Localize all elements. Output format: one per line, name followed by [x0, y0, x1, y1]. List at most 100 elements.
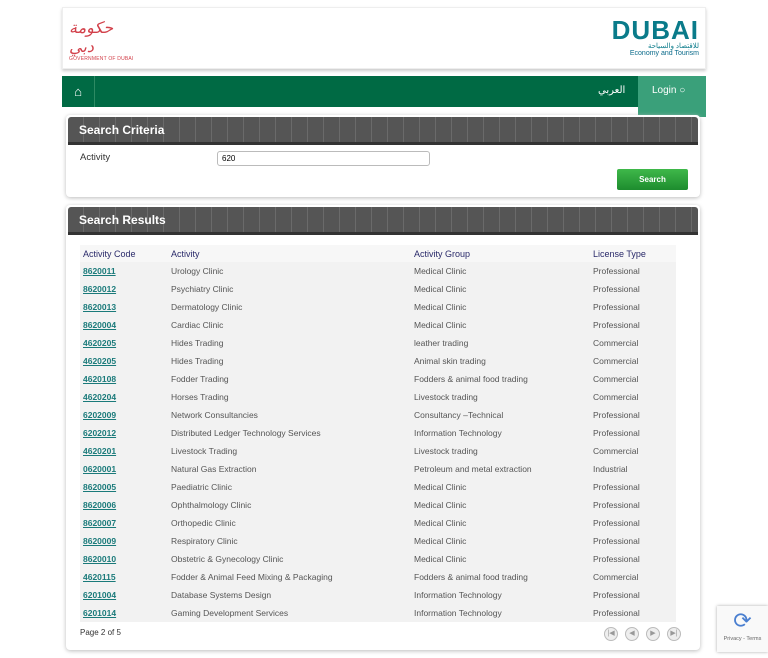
table-row: 4620115 Fodder & Animal Feed Mixing & Pac…: [80, 568, 676, 586]
activity-name-cell: Psychiatry Clinic: [171, 284, 234, 294]
activity-name-cell: Urology Clinic: [171, 266, 224, 276]
col-activity-group: Activity Group: [411, 245, 590, 262]
activity-code-link[interactable]: 4620205: [83, 356, 116, 366]
table-row: 6202009 Network Consultancies Consultancy …: [80, 406, 676, 424]
activity-group-cell: Animal skin trading: [414, 356, 486, 366]
license-type-cell: Commercial: [593, 356, 639, 366]
license-type-cell: Commercial: [593, 392, 639, 402]
table-row: 8620009 Respiratory Clinic Medical Clinic P…: [80, 532, 676, 550]
activity-name-cell: Cardiac Clinic: [171, 320, 224, 330]
license-type-cell: Professional: [593, 536, 640, 546]
activity-code-link-cell: 6201014: [80, 604, 168, 622]
next-page-icon[interactable]: ▶: [646, 627, 660, 641]
license-type-cell: Commercial: [593, 338, 639, 348]
license-type-cell: Professional: [593, 428, 640, 438]
activity-name-cell: Horses Trading: [171, 392, 229, 402]
col-license-type: License Type: [590, 245, 676, 262]
home-icon[interactable]: ⌂: [62, 76, 95, 107]
activity-code-link-cell: 8620004: [80, 316, 168, 334]
activity-code-link-cell: 4620201: [80, 442, 168, 460]
table-row: 8620013 Dermatology Clinic Medical Clinic P…: [80, 298, 676, 316]
last-page-icon[interactable]: ▶|: [667, 627, 681, 641]
activity-code-link[interactable]: 8620012: [83, 284, 116, 294]
activity-group-cell: Information Technology: [414, 428, 502, 438]
license-type-cell: Professional: [593, 518, 640, 528]
license-type-cell: Professional: [593, 554, 640, 564]
activity-group-cell: Medical Clinic: [414, 302, 467, 312]
activity-group-cell: Livestock trading: [414, 392, 478, 402]
activity-group-cell: Information Technology: [414, 590, 502, 600]
table-row: 8620012 Psychiatry Clinic Medical Clinic Pr…: [80, 280, 676, 298]
activity-code-link[interactable]: 4620115: [83, 572, 116, 582]
activity-code-link[interactable]: 6202009: [83, 410, 116, 420]
page-info: Page 2 of 5: [80, 628, 121, 637]
activity-code-link[interactable]: 8620009: [83, 536, 116, 546]
activity-code-link[interactable]: 8620013: [83, 302, 116, 312]
table-row: 6201004 Database Systems Design Informatio…: [80, 586, 676, 604]
activity-code-link[interactable]: 0620001: [83, 464, 116, 474]
activity-name-cell: Database Systems Design: [171, 590, 272, 600]
recaptcha-badge[interactable]: ⟳ Privacy - Terms: [717, 606, 768, 652]
table-row: 8620006 Ophthalmology Clinic Medical Clini…: [80, 496, 676, 514]
activity-group-cell: Consultancy –Technical: [414, 410, 504, 420]
activity-group-cell: Medical Clinic: [414, 500, 467, 510]
activity-code-link[interactable]: 4620204: [83, 392, 116, 402]
gov-logo-english: GOVERNMENT OF DUBAI: [69, 56, 134, 62]
license-type-cell: Professional: [593, 608, 640, 618]
activity-code-link-cell: 4620108: [80, 370, 168, 388]
search-criteria-panel: Search Criteria Activity Search: [66, 115, 700, 197]
activity-code-link[interactable]: 8620006: [83, 500, 116, 510]
activity-code-link-cell: 8620011: [80, 262, 168, 280]
first-page-icon[interactable]: |◀: [604, 627, 618, 641]
activity-group-cell: leather trading: [414, 338, 469, 348]
activity-code-link-cell: 8620010: [80, 550, 168, 568]
activity-group-cell: Petroleum and metal extraction: [414, 464, 532, 474]
license-type-cell: Commercial: [593, 374, 639, 384]
table-row: 8620005 Paediatric Clinic Medical Clinic Pr…: [80, 478, 676, 496]
activity-input[interactable]: [217, 151, 430, 166]
activity-group-cell: Fodders & animal food trading: [414, 572, 528, 582]
dubai-economy-tourism-logo[interactable]: DUBAI للاقتصاد والسياحة Economy and Tour…: [612, 17, 699, 57]
table-row: 4620108 Fodder Trading Fodders & animal fo…: [80, 370, 676, 388]
search-results-panel: Search Results Activity Code Activity Ac…: [66, 205, 700, 650]
government-of-dubai-logo[interactable]: حكومة دبي GOVERNMENT OF DUBAI: [69, 18, 139, 62]
table-row: 8620010 Obstetric & Gynecology Clinic Medi…: [80, 550, 676, 568]
language-toggle[interactable]: العربي: [598, 85, 625, 96]
activity-code-link[interactable]: 6202012: [83, 428, 116, 438]
activity-code-link[interactable]: 4620201: [83, 446, 116, 456]
activity-code-link[interactable]: 6201004: [83, 590, 116, 600]
results-table: Activity Code Activity Activity Group Li…: [80, 245, 676, 622]
license-type-cell: Commercial: [593, 572, 639, 582]
activity-code-link[interactable]: 8620010: [83, 554, 116, 564]
activity-name-cell: Distributed Ledger Technology Services: [171, 428, 321, 438]
table-row: 4620205 Hides Trading leather trading Comme…: [80, 334, 676, 352]
table-row: 8620011 Urology Clinic Medical Clinic Profe…: [80, 262, 676, 280]
search-button[interactable]: Search: [617, 169, 688, 190]
table-row: 0620001 Natural Gas Extraction Petroleum a…: [80, 460, 676, 478]
activity-code-link[interactable]: 4620108: [83, 374, 116, 384]
activity-group-cell: Medical Clinic: [414, 284, 467, 294]
activity-code-link[interactable]: 6201014: [83, 608, 116, 618]
activity-name-cell: Network Consultancies: [171, 410, 258, 420]
activity-code-link[interactable]: 8620004: [83, 320, 116, 330]
activity-code-link[interactable]: 4620205: [83, 338, 116, 348]
login-button[interactable]: Login ○: [638, 76, 706, 117]
activity-group-cell: Medical Clinic: [414, 536, 467, 546]
recaptcha-links[interactable]: Privacy - Terms: [717, 636, 768, 642]
activity-code-link[interactable]: 8620007: [83, 518, 116, 528]
activity-name-cell: Fodder Trading: [171, 374, 229, 384]
activity-code-link[interactable]: 8620005: [83, 482, 116, 492]
table-row: 4620205 Hides Trading Animal skin trading C…: [80, 352, 676, 370]
activity-group-cell: Medical Clinic: [414, 518, 467, 528]
pagination: |◀ ◀ ▶ ▶|: [604, 627, 681, 641]
activity-code-link-cell: 0620001: [80, 460, 168, 478]
activity-name-cell: Obstetric & Gynecology Clinic: [171, 554, 284, 564]
activity-code-link-cell: 6201004: [80, 586, 168, 604]
main-nav: ⌂ العربي Login ○: [62, 76, 706, 117]
prev-page-icon[interactable]: ◀: [625, 627, 639, 641]
col-activity-code: Activity Code: [80, 245, 168, 262]
activity-group-cell: Medical Clinic: [414, 482, 467, 492]
activity-code-link[interactable]: 8620011: [83, 266, 116, 276]
license-type-cell: Professional: [593, 302, 640, 312]
table-row: 4620201 Livestock Trading Livestock tradin…: [80, 442, 676, 460]
